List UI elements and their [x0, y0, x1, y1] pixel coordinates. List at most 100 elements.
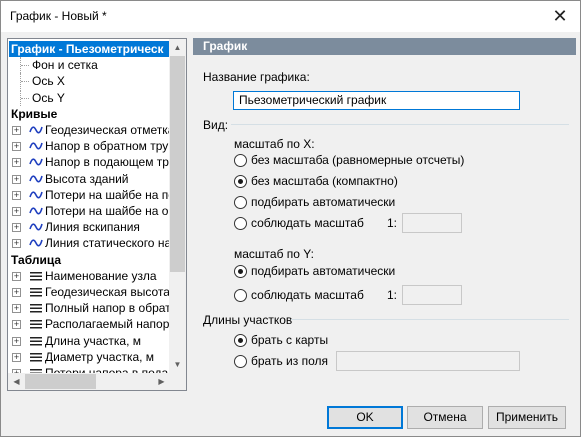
expand-plus-icon[interactable]: +	[12, 142, 21, 152]
expand-plus-icon[interactable]: +	[12, 336, 21, 346]
expand-plus-icon[interactable]: +	[12, 352, 21, 362]
expand-plus-icon[interactable]: +	[12, 271, 21, 281]
tree-category-label: Кривые	[11, 106, 58, 121]
scale-x-ratio-label: 1:	[387, 216, 398, 230]
scale-x-radio-uniform[interactable]	[234, 154, 247, 167]
table-lines-icon	[29, 334, 43, 348]
tree-item-label: Потери напора в подаю	[45, 366, 170, 373]
scale-x-option-keep-label[interactable]: соблюдать масштаб	[251, 216, 364, 230]
tree-item-label: Геодезическая высота,	[45, 285, 170, 299]
curve-line-icon	[29, 220, 43, 234]
scale-y-ratio-label: 1:	[387, 288, 398, 302]
table-lines-icon	[29, 366, 43, 373]
expand-plus-icon[interactable]: +	[12, 207, 21, 216]
curve-line-icon	[29, 139, 43, 153]
curve-line-icon	[29, 236, 43, 250]
table-lines-icon	[29, 269, 43, 283]
scroll-right-arrow-icon[interactable]: ▶	[153, 373, 170, 390]
chart-name-label: Название графика:	[203, 70, 310, 84]
lengths-radio-map[interactable]	[234, 334, 247, 347]
scale-y-option-keep-label[interactable]: соблюдать масштаб	[251, 288, 364, 302]
tree-item-label: Ось X	[32, 74, 65, 89]
curve-line-icon	[29, 172, 43, 186]
expand-plus-icon[interactable]: +	[12, 304, 21, 314]
scale-y-radio-keep[interactable]	[234, 289, 247, 302]
scale-y-option-auto-label[interactable]: подбирать автоматически	[251, 264, 395, 278]
tree-item-label: Фон и сетка	[32, 58, 98, 73]
tree-category-label: График - Пьезометрическ	[11, 42, 164, 56]
ok-button[interactable]: OK	[327, 406, 403, 429]
lengths-radio-field[interactable]	[234, 355, 247, 368]
tree-category[interactable]: Таблица	[11, 252, 61, 268]
scale-x-radio-keep[interactable]	[234, 217, 247, 230]
tree-connector-icon	[20, 73, 30, 90]
scroll-up-arrow-icon[interactable]: ▲	[169, 39, 186, 56]
scrollbar-corner	[169, 373, 186, 390]
curve-line-icon	[29, 188, 43, 202]
tree-horizontal-scrollbar[interactable]: ◀ ▶	[8, 373, 170, 390]
table-lines-icon	[29, 317, 43, 331]
apply-button[interactable]: Применить	[488, 406, 566, 429]
scale-x-option-auto-label[interactable]: подбирать автоматически	[251, 195, 395, 209]
segment-lengths-label: Длины участков	[203, 313, 293, 327]
close-icon[interactable]: ✕	[548, 5, 572, 27]
tree-connector-icon	[20, 89, 30, 106]
table-lines-icon	[29, 301, 43, 315]
table-lines-icon	[29, 350, 43, 364]
lengths-field-input[interactable]	[336, 351, 520, 371]
tree-category-label: Таблица	[11, 252, 62, 267]
scale-y-ratio-input[interactable]	[402, 285, 462, 305]
scale-x-radio-auto[interactable]	[234, 196, 247, 209]
view-group-separator	[231, 124, 569, 125]
curve-line-icon	[29, 123, 43, 137]
tree-item-label: Напор в подающем труб	[45, 155, 170, 170]
cancel-button[interactable]: Отмена	[407, 406, 483, 429]
expand-plus-icon[interactable]: +	[12, 174, 21, 184]
expand-plus-icon[interactable]: +	[12, 126, 21, 135]
expand-plus-icon[interactable]: +	[12, 288, 21, 297]
scale-x-option-uniform-label[interactable]: без масштаба (равномерные отсчеты)	[251, 153, 464, 167]
scale-y-radio-auto[interactable]	[234, 265, 247, 278]
tree-item-label: Высота зданий	[45, 171, 129, 186]
expand-plus-icon[interactable]: +	[12, 158, 21, 168]
tree-item-label: Линия статического нап	[45, 236, 170, 251]
tree-item-label: Длина участка, м	[45, 333, 141, 348]
panel-header: График	[193, 38, 576, 55]
tree-item-label: Полный напор в обратно	[45, 301, 170, 316]
scroll-down-arrow-icon[interactable]: ▼	[169, 356, 186, 373]
expand-plus-icon[interactable]: +	[12, 239, 21, 249]
table-lines-icon	[29, 285, 43, 299]
settings-tree[interactable]: График - Пьезометрическ Фон и сетка Ось XО…	[7, 38, 187, 391]
curve-line-icon	[29, 155, 43, 169]
scale-x-radio-compact[interactable]	[234, 175, 247, 188]
tree-vertical-scrollbar[interactable]: ▲ ▼	[169, 39, 186, 373]
view-group-label: Вид:	[203, 118, 229, 132]
tree-item-label: Напор в обратном трубо	[45, 139, 170, 154]
tree-category[interactable]: Кривые	[11, 106, 57, 122]
curve-line-icon	[29, 204, 43, 218]
tree-item-label: Диаметр участка, м	[45, 349, 155, 364]
scale-y-label: масштаб по Y:	[234, 247, 314, 261]
scale-x-ratio-input[interactable]	[402, 213, 462, 233]
expand-plus-icon[interactable]: +	[12, 190, 21, 200]
tree-item-label: Располагаемый напор, і	[45, 317, 170, 332]
scale-x-option-compact-label[interactable]: без масштаба (компактно)	[251, 174, 398, 188]
lengths-option-map-label[interactable]: брать с карты	[251, 333, 328, 347]
tree-item-label: Линия вскипания	[45, 220, 140, 235]
scroll-left-arrow-icon[interactable]: ◀	[8, 373, 25, 390]
lengths-option-field-label[interactable]: брать из поля	[251, 354, 328, 368]
dialog-window: График - Новый * ✕ График - Пьезометриче…	[0, 0, 581, 437]
tree-item-label: Наименование узла	[45, 268, 157, 283]
vertical-scroll-thumb[interactable]	[170, 56, 185, 272]
window-title: График - Новый *	[10, 9, 107, 23]
tree-item-label: Потери на шайбе на под	[45, 187, 170, 202]
expand-plus-icon[interactable]: +	[12, 223, 21, 233]
title-bar: График - Новый * ✕	[1, 1, 580, 32]
tree-category[interactable]: График - Пьезометрическ	[9, 41, 170, 57]
horizontal-scroll-thumb[interactable]	[25, 374, 96, 389]
tree-connector-icon	[20, 57, 30, 74]
tree-item-label: Потери на шайбе на обр	[45, 204, 170, 218]
chart-name-input[interactable]: Пьезометрический график	[233, 91, 520, 110]
tree-item-label: Геодезическая отметка	[45, 123, 170, 137]
expand-plus-icon[interactable]: +	[12, 320, 21, 330]
